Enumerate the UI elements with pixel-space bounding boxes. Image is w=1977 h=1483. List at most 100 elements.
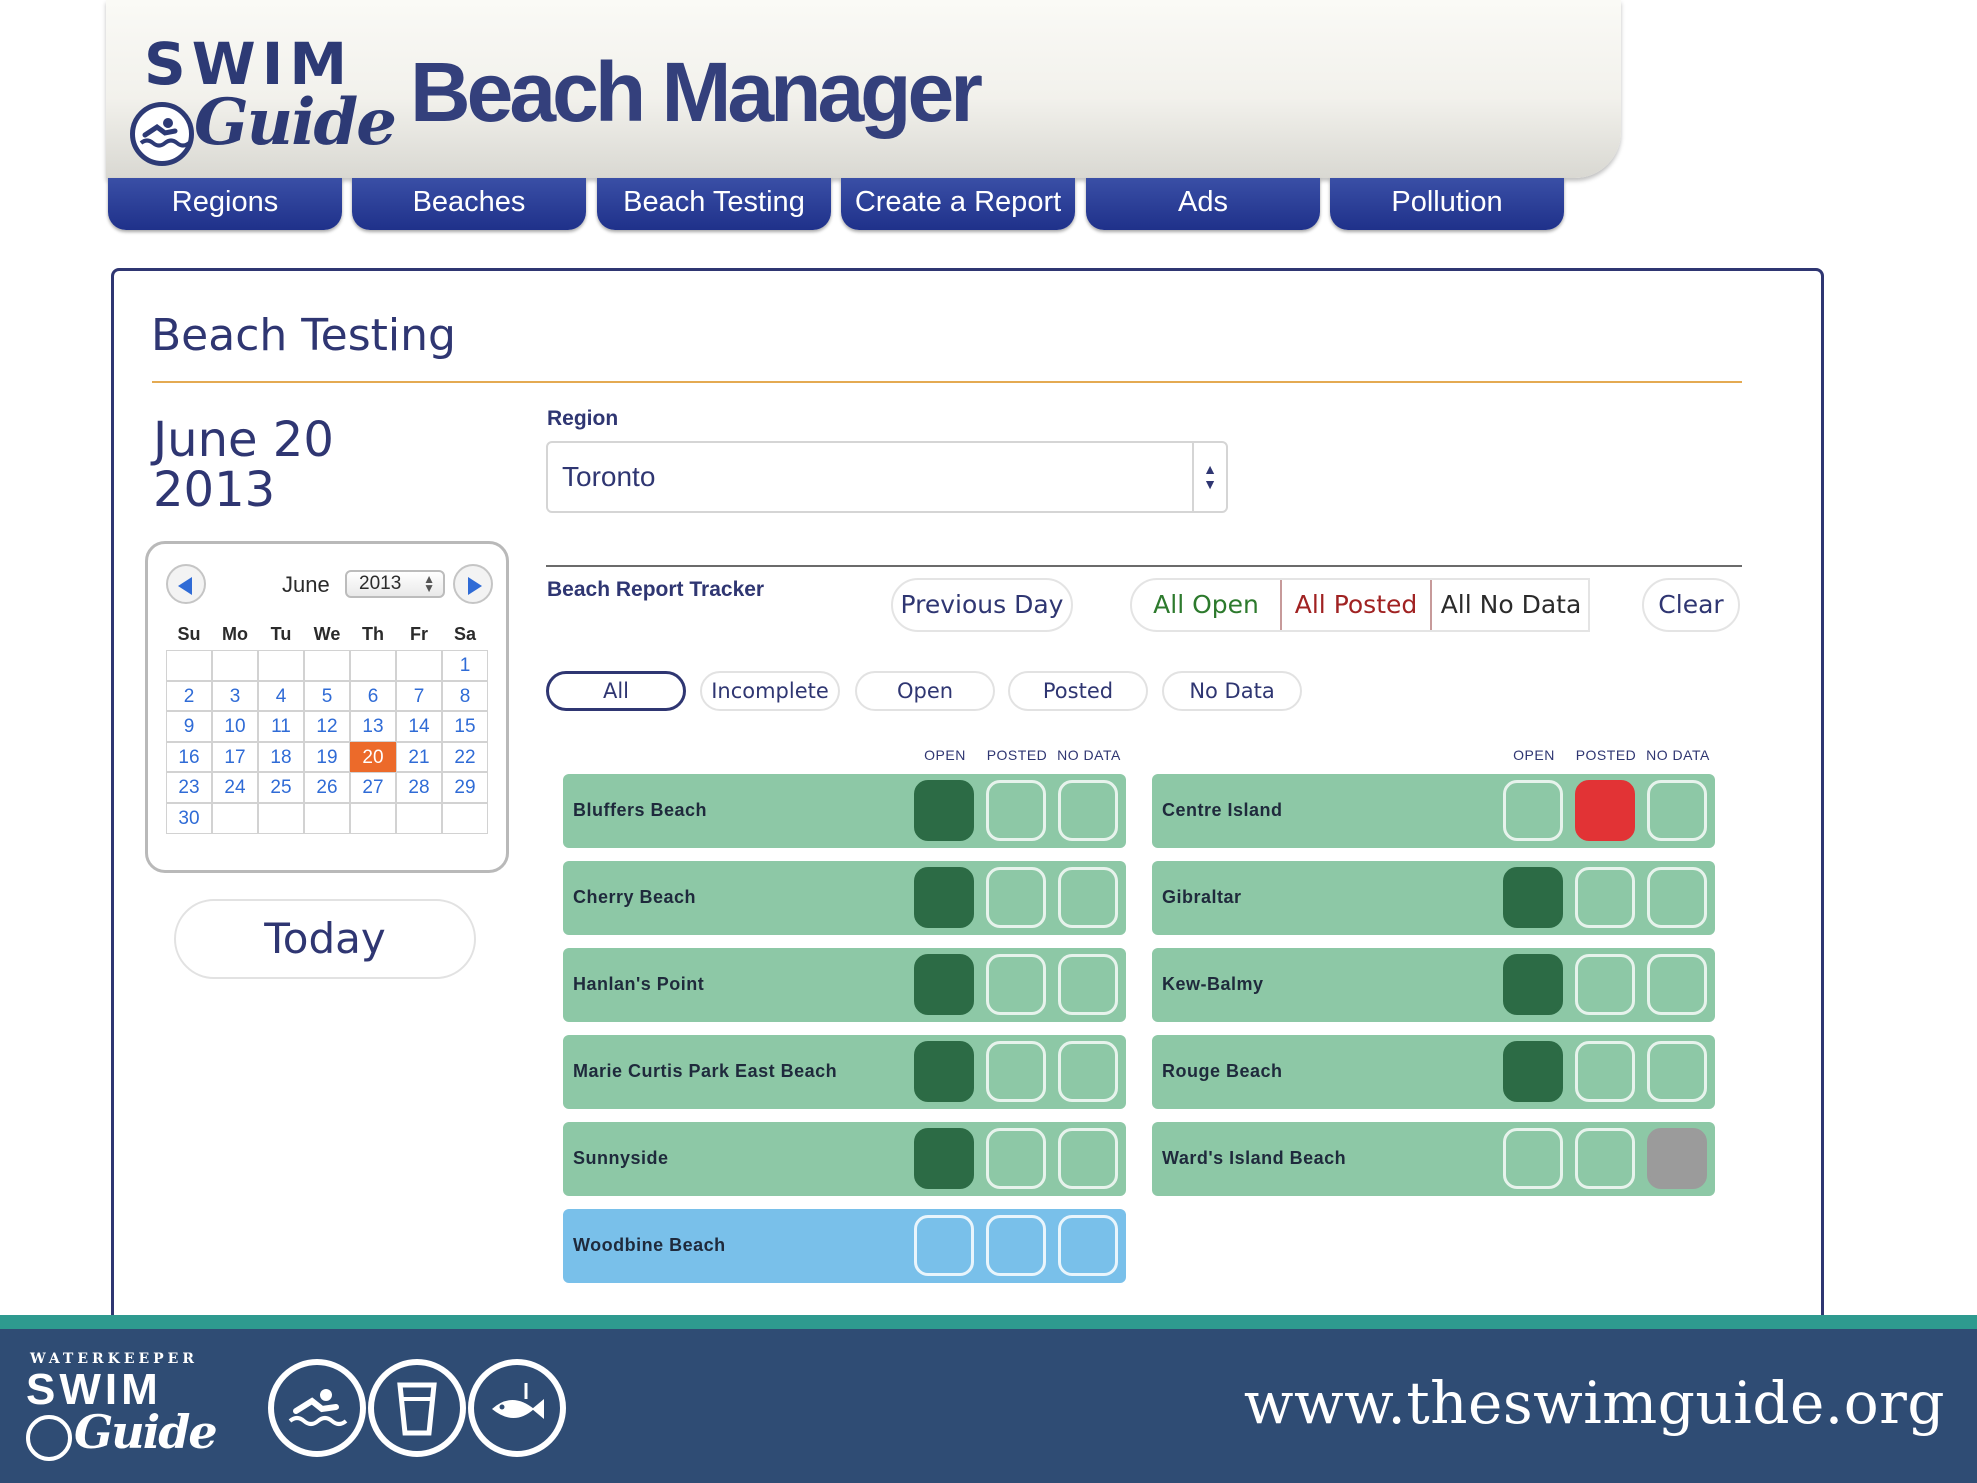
calendar-day[interactable]: 21 xyxy=(396,741,442,773)
beach-row[interactable]: Marie Curtis Park East Beach xyxy=(563,1035,1126,1109)
calendar-day[interactable]: 25 xyxy=(258,772,304,803)
previous-day-button[interactable]: Previous Day xyxy=(891,578,1073,632)
status-toggle-posted[interactable] xyxy=(986,780,1046,841)
calendar-day[interactable]: 11 xyxy=(258,711,304,742)
calendar-day[interactable]: 22 xyxy=(442,741,488,773)
status-toggle-posted[interactable] xyxy=(1575,1128,1635,1189)
calendar-day[interactable]: 2 xyxy=(166,680,212,712)
calendar-day[interactable]: 14 xyxy=(396,711,442,742)
calendar-day[interactable]: 23 xyxy=(166,772,212,803)
website-url[interactable]: www.theswimguide.org xyxy=(1244,1369,1945,1437)
beach-name: Marie Curtis Park East Beach xyxy=(573,1061,838,1081)
nav-tab-create-a-report[interactable]: Create a Report xyxy=(841,178,1075,230)
calendar-day[interactable]: 13 xyxy=(350,711,396,742)
filter-incomplete[interactable]: Incomplete xyxy=(700,671,840,711)
status-toggle-open[interactable] xyxy=(1503,1128,1563,1189)
status-toggle-posted[interactable] xyxy=(986,1128,1046,1189)
calendar-year-select[interactable]: 2013 ▲ ▼ xyxy=(345,570,445,598)
status-toggle-open[interactable] xyxy=(914,867,974,928)
filter-open[interactable]: Open xyxy=(855,671,995,711)
beach-row[interactable]: Cherry Beach xyxy=(563,861,1126,935)
filter-all[interactable]: All xyxy=(546,671,686,711)
status-toggle-nodata[interactable] xyxy=(1058,1215,1118,1276)
calendar-day[interactable]: 26 xyxy=(304,772,350,803)
status-toggle-nodata[interactable] xyxy=(1058,780,1118,841)
clear-button[interactable]: Clear xyxy=(1642,578,1740,632)
swim-guide-logo[interactable]: SWIM Guide xyxy=(130,34,397,166)
calendar-day[interactable]: 28 xyxy=(396,772,442,803)
status-toggle-open[interactable] xyxy=(1503,1041,1563,1102)
calendar-day[interactable]: 4 xyxy=(258,680,304,712)
calendar-day[interactable]: 10 xyxy=(212,711,258,742)
status-toggle-open[interactable] xyxy=(1503,780,1563,841)
all-no-data-button[interactable]: All No Data xyxy=(1430,580,1588,630)
calendar-day[interactable]: 9 xyxy=(166,711,212,742)
filter-posted[interactable]: Posted xyxy=(1008,671,1148,711)
status-toggle-nodata[interactable] xyxy=(1058,1128,1118,1189)
all-posted-button[interactable]: All Posted xyxy=(1280,580,1430,630)
status-toggle-posted[interactable] xyxy=(986,867,1046,928)
beach-row[interactable]: Hanlan's Point xyxy=(563,948,1126,1022)
status-toggle-open[interactable] xyxy=(1503,954,1563,1015)
status-toggle-posted[interactable] xyxy=(1575,780,1635,841)
calendar-day[interactable]: 19 xyxy=(304,741,350,773)
beach-row[interactable]: Bluffers Beach xyxy=(563,774,1126,848)
status-toggle-nodata[interactable] xyxy=(1647,780,1707,841)
beach-row[interactable]: Kew-Balmy xyxy=(1152,948,1715,1022)
calendar-day[interactable]: 18 xyxy=(258,741,304,773)
status-toggle-posted[interactable] xyxy=(1575,954,1635,1015)
status-toggle-posted[interactable] xyxy=(986,1041,1046,1102)
calendar-empty-cell xyxy=(258,650,304,681)
calendar-day[interactable]: 1 xyxy=(442,650,488,681)
calendar-day[interactable]: 16 xyxy=(166,741,212,773)
beach-row[interactable]: Ward's Island Beach xyxy=(1152,1122,1715,1196)
status-toggle-nodata[interactable] xyxy=(1058,867,1118,928)
beach-row[interactable]: Gibraltar xyxy=(1152,861,1715,935)
status-toggle-posted[interactable] xyxy=(986,954,1046,1015)
beach-row[interactable]: Woodbine Beach xyxy=(563,1209,1126,1283)
status-toggle-posted[interactable] xyxy=(1575,867,1635,928)
nav-tab-ads[interactable]: Ads xyxy=(1086,178,1320,230)
nav-tab-regions[interactable]: Regions xyxy=(108,178,342,230)
status-toggle-open[interactable] xyxy=(914,1128,974,1189)
calendar-day[interactable]: 6 xyxy=(350,680,396,712)
calendar-day[interactable]: 17 xyxy=(212,741,258,773)
beach-row[interactable]: Centre Island xyxy=(1152,774,1715,848)
status-toggle-nodata[interactable] xyxy=(1058,954,1118,1015)
nav-tab-beach-testing[interactable]: Beach Testing xyxy=(597,178,831,230)
all-open-button[interactable]: All Open xyxy=(1132,580,1280,630)
calendar-day[interactable]: 24 xyxy=(212,772,258,803)
nav-tab-beaches[interactable]: Beaches xyxy=(352,178,586,230)
calendar-day[interactable]: 29 xyxy=(442,772,488,803)
app-header: SWIM Guide Beach Manager xyxy=(106,0,1621,178)
filter-no-data[interactable]: No Data xyxy=(1162,671,1302,711)
calendar-day[interactable]: 8 xyxy=(442,680,488,712)
status-toggle-open[interactable] xyxy=(1503,867,1563,928)
calendar-day[interactable]: 20 xyxy=(350,741,396,773)
beach-row[interactable]: Rouge Beach xyxy=(1152,1035,1715,1109)
status-toggle-open[interactable] xyxy=(914,1215,974,1276)
calendar-day[interactable]: 5 xyxy=(304,680,350,712)
calendar-day[interactable]: 3 xyxy=(212,680,258,712)
status-toggle-open[interactable] xyxy=(914,954,974,1015)
status-toggle-open[interactable] xyxy=(914,780,974,841)
today-button[interactable]: Today xyxy=(174,899,476,979)
calendar-day[interactable]: 15 xyxy=(442,711,488,742)
status-toggle-nodata[interactable] xyxy=(1647,867,1707,928)
status-toggle-open[interactable] xyxy=(914,1041,974,1102)
region-select[interactable]: Toronto ▲ ▼ xyxy=(546,441,1228,513)
previous-month-button[interactable] xyxy=(166,564,206,604)
nav-tab-pollution[interactable]: Pollution xyxy=(1330,178,1564,230)
status-toggle-nodata[interactable] xyxy=(1647,1041,1707,1102)
calendar-day[interactable]: 7 xyxy=(396,680,442,712)
beach-row[interactable]: Sunnyside xyxy=(563,1122,1126,1196)
status-toggle-nodata[interactable] xyxy=(1058,1041,1118,1102)
next-month-button[interactable] xyxy=(453,564,493,604)
status-toggle-nodata[interactable] xyxy=(1647,954,1707,1015)
calendar-day[interactable]: 30 xyxy=(166,803,212,834)
status-toggle-posted[interactable] xyxy=(986,1215,1046,1276)
status-toggle-nodata[interactable] xyxy=(1647,1128,1707,1189)
status-toggle-posted[interactable] xyxy=(1575,1041,1635,1102)
calendar-day[interactable]: 12 xyxy=(304,711,350,742)
calendar-day[interactable]: 27 xyxy=(350,772,396,803)
